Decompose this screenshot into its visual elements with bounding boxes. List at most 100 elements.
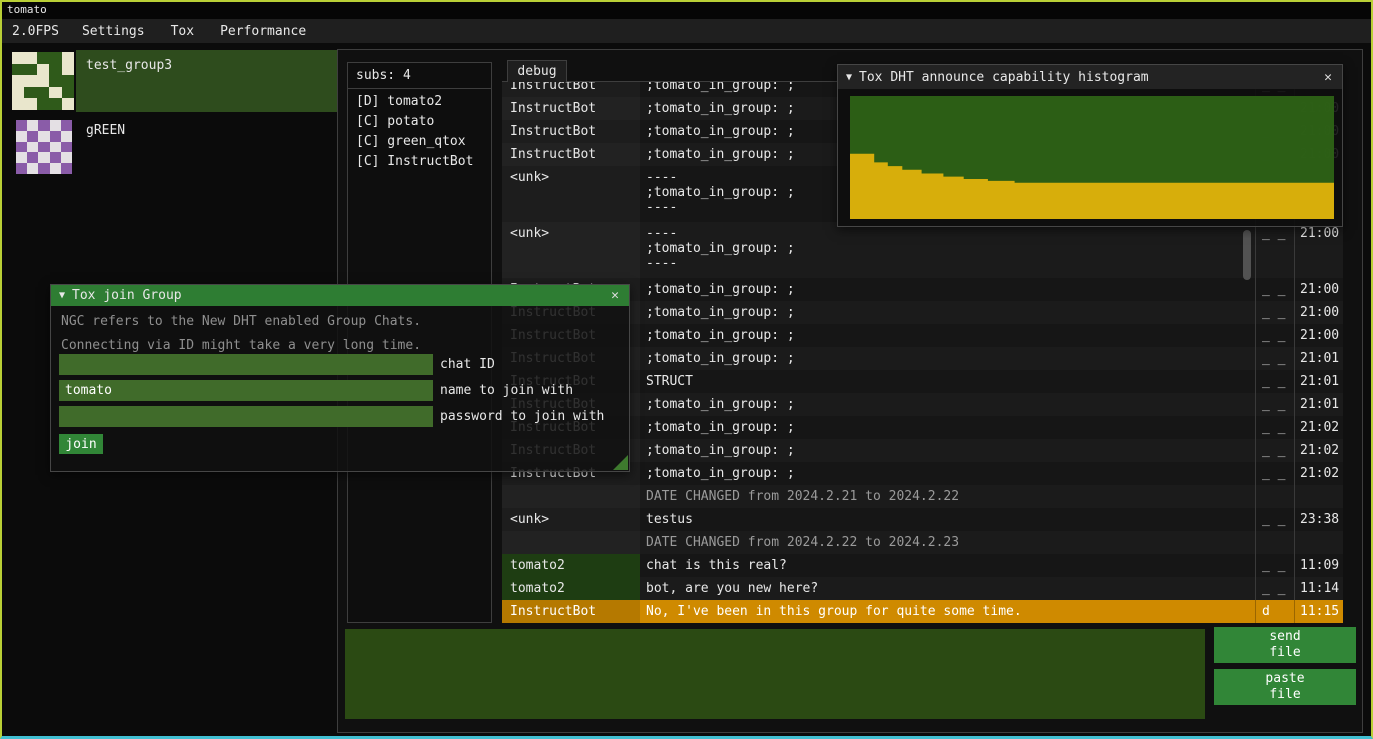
message-row: tomato2bot, are you new here?_ _11:14 [502,577,1343,600]
menu-settings[interactable]: Settings [69,24,158,39]
histogram-window: ▼ Tox DHT announce capability histogram … [837,64,1343,227]
group-name: test_group3 [86,58,172,73]
member-item[interactable]: [D] tomato2 [348,92,491,112]
histogram-body [838,89,1342,226]
tab-debug[interactable]: debug [507,60,567,82]
collapse-icon[interactable]: ▼ [846,72,852,83]
message-time: 21:01 [1294,370,1343,393]
date-separator-row: DATE CHANGED from 2024.2.21 to 2024.2.22 [502,485,1343,508]
join-titlebar[interactable]: ▼ Tox join Group ✕ [51,285,629,306]
message-text: ---- ;tomato_in_group: ; ---- [640,222,1255,278]
chat-id-input[interactable] [59,354,433,375]
message-input[interactable] [345,629,1205,719]
members-header: subs: 4 [348,63,491,89]
message-text: testus [640,508,1255,531]
message-text: ;tomato_in_group: ; [640,301,1255,324]
group-item-test_group3[interactable]: test_group3 [10,50,337,112]
message-row: tomato2chat is this real?_ _11:09 [502,554,1343,577]
message-time: 21:02 [1294,416,1343,439]
sender-name [502,531,640,554]
message-status: _ _ [1255,577,1294,600]
message-row: <unk>---- ;tomato_in_group: ; ----_ _21:… [502,222,1343,278]
message-text: ;tomato_in_group: ; [640,393,1255,416]
sender-name: tomato2 [502,554,640,577]
message-time: 11:14 [1294,577,1343,600]
message-time: 21:00 [1294,301,1343,324]
message-time: 11:15 [1294,600,1343,623]
group-avatar [16,120,72,174]
message-time: 21:01 [1294,393,1343,416]
group-avatar [12,52,74,110]
scrollbar-thumb[interactable] [1243,230,1251,280]
message-time: 21:00 [1294,324,1343,347]
join-password-input[interactable] [59,406,433,427]
window-titlebar[interactable]: tomato [2,2,1371,19]
message-text: bot, are you new here? [640,577,1255,600]
message-text: ;tomato_in_group: ; [640,324,1255,347]
message-time [1294,531,1343,554]
message-text: No, I've been in this group for quite so… [640,600,1255,623]
sender-name: <unk> [502,222,640,278]
join-button[interactable]: join [59,434,103,454]
histogram-titlebar[interactable]: ▼ Tox DHT announce capability histogram … [838,65,1342,89]
member-list: [D] tomato2[C] potato[C] green_qtox[C] I… [348,89,491,175]
message-status: _ _ [1255,416,1294,439]
sender-name [502,485,640,508]
message-time: 21:00 [1294,222,1343,278]
join-group-window: ▼ Tox join Group ✕ NGC refers to the New… [50,284,630,472]
histogram-title: Tox DHT announce capability histogram [859,70,1315,85]
app-window: tomato 2.0FPS SettingsToxPerformance tes… [0,0,1373,739]
date-changed-text: DATE CHANGED from 2024.2.21 to 2024.2.22 [640,485,1255,508]
menu-items: SettingsToxPerformance [69,24,319,39]
join-title: Tox join Group [72,288,602,303]
menu-performance[interactable]: Performance [207,24,319,39]
join-name-input[interactable] [59,380,433,401]
join-password-label: password to join with [440,406,604,427]
message-time: 21:00 [1294,278,1343,301]
paste-file-button[interactable]: paste file [1214,669,1356,705]
message-status: _ _ [1255,439,1294,462]
message-status [1255,485,1294,508]
message-status: _ _ [1255,347,1294,370]
message-text: ;tomato_in_group: ; [640,416,1255,439]
message-text: ;tomato_in_group: ; [640,278,1255,301]
message-time: 21:02 [1294,439,1343,462]
message-text: ;tomato_in_group: ; [640,347,1255,370]
message-status [1255,531,1294,554]
group-name: gREEN [86,123,125,138]
sender-name: InstructBot [502,143,640,166]
message-status: _ _ [1255,393,1294,416]
member-item[interactable]: [C] potato [348,112,491,132]
chat-id-label: chat ID [440,354,495,375]
resize-grip[interactable] [613,455,628,470]
member-item[interactable]: [C] green_qtox [348,132,491,152]
message-time: 11:09 [1294,554,1343,577]
message-status: _ _ [1255,554,1294,577]
join-info-line: NGC refers to the New DHT enabled Group … [61,313,619,330]
sender-name: <unk> [502,166,640,222]
date-separator-row: DATE CHANGED from 2024.2.22 to 2024.2.23 [502,531,1343,554]
member-item[interactable]: [C] InstructBot [348,152,491,172]
message-time: 21:02 [1294,462,1343,485]
histogram-plot[interactable] [850,96,1334,219]
message-text: ;tomato_in_group: ; [640,439,1255,462]
menubar: 2.0FPS SettingsToxPerformance [2,19,1371,43]
fps-counter: 2.0FPS [2,24,69,39]
message-time: 23:38 [1294,508,1343,531]
sender-name: InstructBot [502,97,640,120]
message-status: _ _ [1255,278,1294,301]
send-file-button[interactable]: send file [1214,627,1356,663]
message-status: _ _ [1255,301,1294,324]
message-status: _ _ [1255,370,1294,393]
close-icon[interactable]: ✕ [1322,70,1334,85]
message-time [1294,485,1343,508]
message-status: d [1255,600,1294,623]
close-icon[interactable]: ✕ [609,288,621,303]
menu-tox[interactable]: Tox [158,24,207,39]
window-title: tomato [7,3,47,16]
message-status: _ _ [1255,508,1294,531]
message-time: 21:01 [1294,347,1343,370]
collapse-icon[interactable]: ▼ [59,290,65,301]
message-row: InstructBotNo, I've been in this group f… [502,600,1343,623]
group-item-green[interactable]: gREEN [10,118,337,176]
